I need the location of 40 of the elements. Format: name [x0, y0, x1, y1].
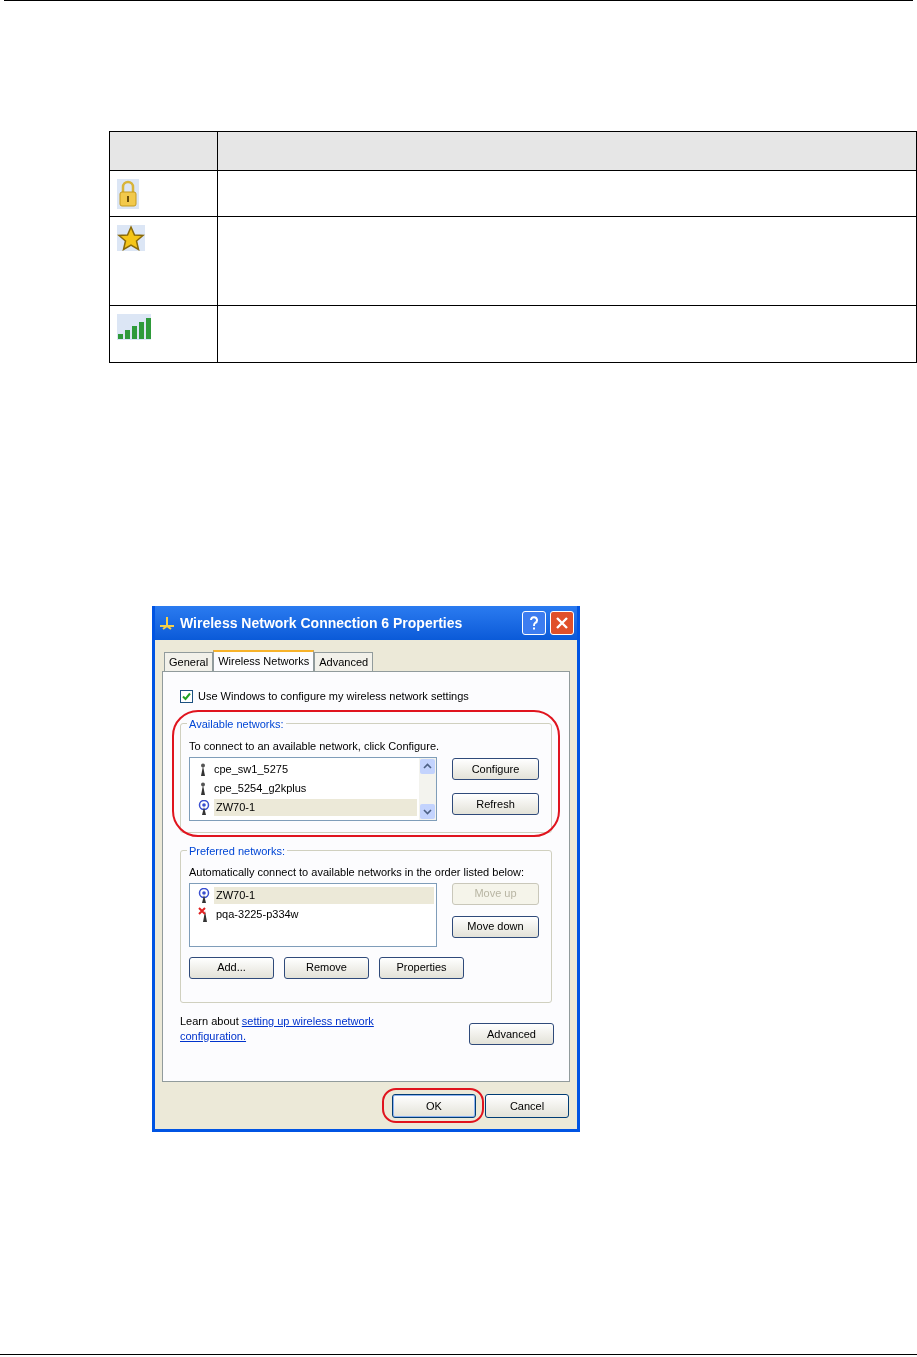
dialog-button[interactable]: Cancel — [485, 1094, 569, 1119]
antenna-icon — [198, 781, 208, 796]
network-list-item[interactable]: cpe_sw1_5275 — [212, 761, 417, 778]
dialog-button[interactable]: OK — [392, 1094, 476, 1119]
checkbox-label: Use Windows to configure my wireless network settings — [198, 689, 469, 704]
instruction-text: Automatically connect to available networks in the order listed below: — [189, 864, 526, 879]
unavailable-antenna-icon — [198, 906, 210, 922]
dialog-button[interactable]: Move down — [452, 915, 539, 938]
network-list-item[interactable]: ZW70-1 — [214, 886, 434, 904]
tab[interactable]: Wireless Networks — [213, 650, 315, 671]
checkmark-icon — [182, 691, 191, 701]
dialog-button[interactable]: Configure — [452, 758, 539, 780]
tab[interactable]: Advanced — [314, 652, 374, 671]
scroll-down-icon[interactable] — [420, 804, 435, 819]
network-list-item[interactable]: ZW70-1 — [214, 799, 417, 816]
help-button[interactable] — [522, 611, 546, 635]
network-list-item[interactable]: pqa-3225-p334w — [214, 905, 434, 923]
network-list-item[interactable]: cpe_5254_g2kplus — [212, 780, 417, 797]
close-icon[interactable] — [556, 617, 568, 629]
learn-about-text: Learn about setting up wireless network configuration. — [180, 1013, 375, 1044]
advanced-button[interactable]: Advanced — [469, 1023, 554, 1045]
close-button[interactable] — [550, 611, 574, 635]
scrollbar[interactable] — [419, 758, 436, 820]
connected-antenna-icon — [198, 887, 210, 903]
antenna-icon — [198, 762, 208, 777]
star-icon — [117, 225, 145, 251]
network-connection-icon — [158, 616, 176, 630]
scroll-up-icon[interactable] — [420, 759, 435, 774]
connected-antenna-icon — [198, 800, 210, 815]
padlock-icon — [117, 179, 139, 209]
instruction-text: To connect to an available network, click Configure. — [189, 738, 441, 754]
checkbox[interactable] — [180, 689, 193, 703]
signal-strength-icon — [117, 314, 151, 340]
dialog-button[interactable]: Refresh — [452, 793, 539, 815]
tab[interactable]: General — [164, 652, 214, 671]
dialog-button[interactable]: Remove — [284, 956, 369, 979]
dialog-button[interactable]: Add... — [189, 956, 274, 979]
help-icon[interactable] — [529, 616, 539, 630]
window-title: Wireless Network Connection 6 Properties — [180, 613, 464, 633]
dialog-button[interactable]: Properties — [379, 956, 464, 979]
